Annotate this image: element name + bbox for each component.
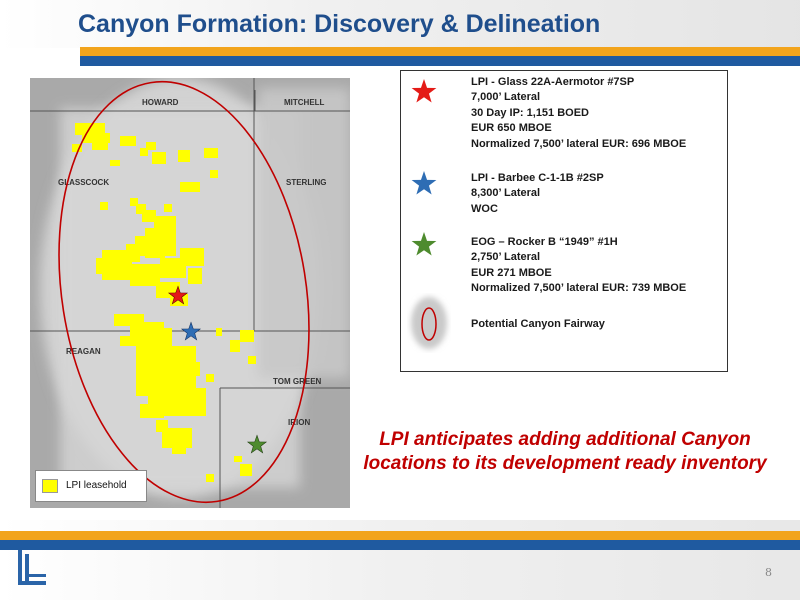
legend-line: Normalized 7,500’ lateral EUR: 739 MBOE <box>471 282 687 295</box>
company-logo <box>18 550 46 585</box>
county-map: HOWARD MITCHELL GLASSCOCK STERLING REAGA… <box>30 78 350 508</box>
county-label-irion: IRION <box>288 418 310 427</box>
blue-star-icon <box>411 171 437 195</box>
legend-line: LPI - Glass 22A-Aermotor #7SP <box>471 76 635 88</box>
leasehold-legend: LPI leasehold <box>35 470 147 502</box>
legend-entry-glass: LPI - Glass 22A-Aermotor #7SP 7,000’ Lat… <box>471 75 686 152</box>
legend-entry-fairway: Potential Canyon Fairway <box>471 317 605 332</box>
fairway-ellipse-icon <box>411 297 447 349</box>
county-label-mitchell: MITCHELL <box>284 98 325 107</box>
legend-line: 30 Day IP: 1,151 BOED <box>471 106 590 119</box>
green-star-icon <box>411 232 437 256</box>
well-legend: LPI - Glass 22A-Aermotor #7SP 7,000’ Lat… <box>400 70 728 372</box>
page-title: Canyon Formation: Discovery & Delineatio… <box>78 10 601 38</box>
legend-entry-barbee: LPI - Barbee C-1-1B #2SP 8,300’ Lateral … <box>471 171 604 217</box>
legend-entry-rocker: EOG – Rocker B “1949” #1H 2,750’ Lateral… <box>471 235 686 297</box>
legend-line: EUR 650 MBOE <box>471 122 552 135</box>
legend-line: EOG – Rocker B “1949” #1H <box>471 236 618 248</box>
legend-line: Potential Canyon Fairway <box>471 318 605 330</box>
footer-band <box>0 520 800 600</box>
page-number: 8 <box>765 566 772 579</box>
legend-line: LPI - Barbee C-1-1B #2SP <box>471 172 604 184</box>
county-label-howard: HOWARD <box>142 98 179 107</box>
legend-line: Normalized 7,500’ lateral EUR: 696 MBOE <box>471 137 687 150</box>
county-label-sterling: STERLING <box>286 178 326 187</box>
legend-line: 7,000’ Lateral <box>471 91 541 104</box>
county-label-glasscock: GLASSCOCK <box>58 178 109 187</box>
map-panel: HOWARD MITCHELL GLASSCOCK STERLING REAGA… <box>30 78 350 508</box>
legend-line: 2,750’ Lateral <box>471 251 541 264</box>
leasehold-label: LPI leasehold <box>66 480 127 491</box>
red-star-icon <box>411 79 437 103</box>
callout-text: LPI anticipates adding additional Canyon… <box>363 429 767 474</box>
legend-line: 8,300’ Lateral <box>471 187 541 200</box>
legend-line: WOC <box>471 202 498 215</box>
county-label-tom-green: TOM GREEN <box>273 377 322 386</box>
leasehold-swatch <box>42 479 58 493</box>
legend-line: EUR 271 MBOE <box>471 266 552 279</box>
